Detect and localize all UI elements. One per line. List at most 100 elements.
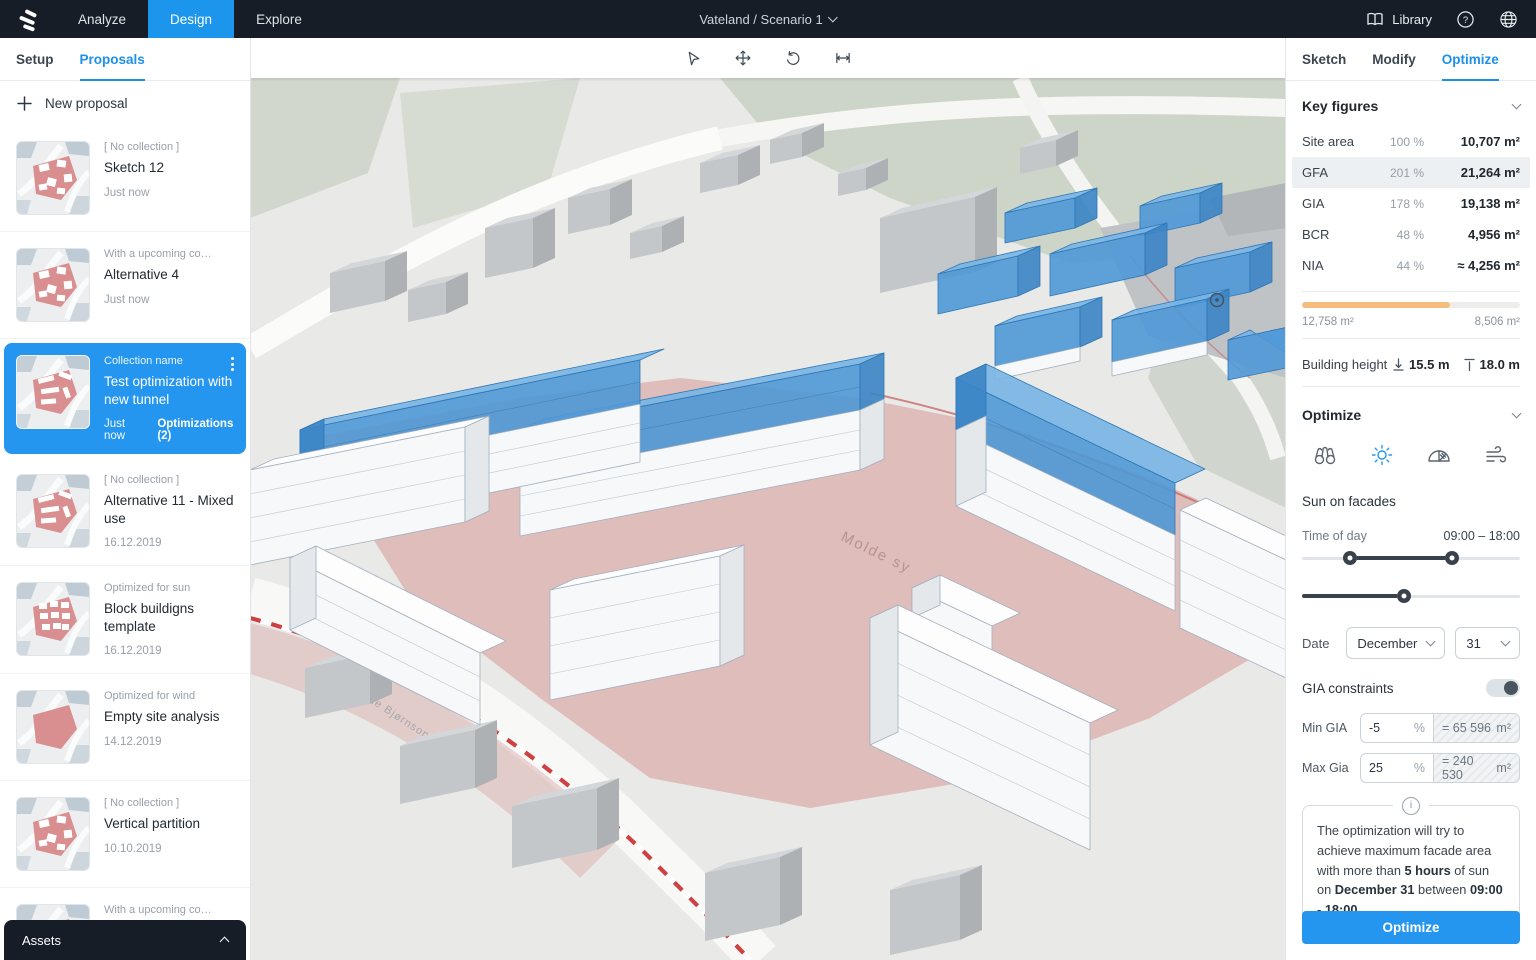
optimize-button[interactable]: Optimize — [1302, 911, 1520, 944]
key-figure-row[interactable]: GFA201 %21,264 m² — [1292, 157, 1530, 188]
optimize-title: Optimize — [1302, 407, 1361, 423]
max-height-value: 18.0 m — [1480, 357, 1520, 372]
move-tool-button[interactable] — [728, 43, 758, 73]
max-gia-computed-value: = 240 530 — [1442, 754, 1496, 782]
proposal-thumbnail — [16, 141, 90, 215]
chevron-up-icon — [220, 937, 230, 947]
proposal-title: Vertical partition — [104, 815, 234, 833]
min-gia-percent-value: -5 — [1369, 721, 1380, 735]
proposal-card[interactable]: With a upcoming comme... Alternative 4 J… — [0, 232, 250, 339]
info-text-segment: 5 hours — [1405, 863, 1451, 878]
proposal-collection: [ No collection ] — [104, 797, 234, 809]
key-figure-label: GFA — [1302, 165, 1370, 180]
tab-setup[interactable]: Setup — [16, 38, 54, 80]
slider-handle-start[interactable] — [1343, 551, 1357, 565]
slider-handle[interactable] — [1397, 589, 1411, 603]
library-button[interactable]: Library — [1366, 12, 1432, 27]
proposal-optimizations-badge[interactable]: Optimizations (2) — [157, 418, 234, 442]
proposal-card[interactable]: [ No collection ] Sketch 12 Just now — [0, 125, 250, 232]
proposal-thumbnail — [16, 248, 90, 322]
proposal-date: 14.12.2019 — [104, 736, 162, 748]
min-gia-label: Min GIA — [1302, 721, 1360, 735]
book-icon — [1366, 12, 1384, 27]
mode-views-button[interactable] — [1308, 439, 1342, 474]
day-select[interactable]: 31 — [1455, 627, 1520, 659]
time-of-day-label: Time of day — [1302, 529, 1367, 543]
key-figure-value: 10,707 m² — [1424, 134, 1520, 149]
gfa-progress-bar — [1302, 302, 1520, 308]
key-figure-row[interactable]: Site area100 %10,707 m² — [1292, 126, 1530, 157]
select-tool-button[interactable] — [678, 43, 708, 73]
max-gia-computed: = 240 530 m² — [1433, 754, 1519, 782]
sun-on-facades-label: Sun on facades — [1302, 494, 1520, 509]
key-figure-percent: 178 % — [1370, 197, 1424, 211]
key-figure-row[interactable]: GIA178 %19,138 m² — [1292, 188, 1530, 219]
breadcrumb[interactable]: Vateland / Scenario 1 — [699, 0, 836, 38]
assets-drawer[interactable]: Assets — [4, 920, 246, 960]
average-height-icon — [1393, 358, 1404, 371]
wind-icon — [1484, 443, 1510, 467]
nav-tab-explore[interactable]: Explore — [234, 0, 324, 38]
month-select[interactable]: December — [1346, 627, 1445, 659]
rotate-tool-button[interactable] — [778, 43, 808, 73]
solar-gauge-icon — [1426, 443, 1452, 467]
help-button[interactable]: ? — [1456, 10, 1475, 29]
date-label: Date — [1302, 636, 1336, 651]
key-figure-label: GIA — [1302, 196, 1370, 211]
mode-wind-button[interactable] — [1480, 439, 1514, 474]
measure-icon — [834, 47, 852, 69]
proposal-card[interactable]: Optimized for wind Empty site analysis 1… — [0, 674, 250, 781]
percent-unit: % — [1414, 761, 1425, 775]
mode-sun-button[interactable] — [1366, 439, 1398, 474]
building-height-label: Building height — [1302, 357, 1387, 372]
key-figure-row[interactable]: NIA44 %≈ 4,256 m² — [1292, 250, 1530, 281]
gia-constraints-toggle[interactable] — [1486, 679, 1520, 697]
key-figures-title: Key figures — [1302, 98, 1378, 114]
proposal-card[interactable]: [ No collection ] Vertical partition 10.… — [0, 781, 250, 888]
proposal-thumbnail — [16, 582, 90, 656]
key-figure-percent: 201 % — [1370, 166, 1424, 180]
key-figure-value: ≈ 4,256 m² — [1424, 258, 1520, 273]
tab-modify[interactable]: Modify — [1372, 38, 1416, 80]
proposal-collection: With a upcoming comme... — [104, 904, 234, 916]
3d-scene[interactable]: Bjørnstjerne Bjørnsons veg Molde sy — [250, 78, 1286, 960]
area-unit: m² — [1496, 721, 1511, 735]
proposal-list: [ No collection ] Sketch 12 Just now — [0, 125, 250, 960]
spacemaker-logo[interactable] — [0, 0, 56, 38]
max-gia-percent-input[interactable]: 25 % — [1361, 754, 1433, 782]
proposal-date: Just now — [104, 418, 141, 442]
proposal-card[interactable]: Collection name Test optimization with n… — [4, 343, 246, 454]
key-figures-header[interactable]: Key figures — [1302, 80, 1520, 126]
max-gia-percent-value: 25 — [1369, 761, 1383, 775]
measure-tool-button[interactable] — [828, 43, 858, 73]
slider-handle-end[interactable] — [1445, 551, 1459, 565]
mode-solar-gauge-button[interactable] — [1422, 439, 1456, 474]
proposal-card[interactable]: [ No collection ] Alternative 11 - Mixed… — [0, 458, 250, 566]
new-proposal-button[interactable]: New proposal — [0, 81, 250, 126]
optimization-mode-row — [1302, 435, 1520, 474]
key-figure-row[interactable]: BCR48 %4,956 m² — [1292, 219, 1530, 250]
proposal-thumbnail — [16, 797, 90, 871]
proposal-thumbnail — [16, 355, 90, 429]
proposal-date: 10.10.2019 — [104, 843, 162, 855]
nav-tab-design[interactable]: Design — [148, 0, 234, 38]
language-globe-button[interactable] — [1499, 10, 1518, 29]
min-gia-computed-value: = 65 596 — [1442, 721, 1491, 735]
optimize-header[interactable]: Optimize — [1302, 389, 1520, 435]
info-text-segment: between — [1414, 882, 1470, 897]
right-panel-tabs: Sketch Modify Optimize — [1286, 38, 1536, 81]
kebab-menu-icon[interactable] — [229, 355, 236, 373]
proposal-card[interactable]: Optimized for sun Block buildigns templa… — [0, 566, 250, 674]
chevron-down-icon — [1512, 100, 1522, 110]
canvas-toolbar — [250, 38, 1286, 78]
sun-icon — [1370, 443, 1394, 467]
tab-optimize[interactable]: Optimize — [1442, 38, 1499, 80]
proposal-title: Block buildigns template — [104, 600, 234, 635]
nav-tab-analyze[interactable]: Analyze — [56, 0, 148, 38]
time-of-day-slider — [1302, 551, 1520, 565]
new-proposal-label: New proposal — [45, 96, 128, 111]
tab-proposals[interactable]: Proposals — [80, 38, 145, 80]
min-gia-percent-input[interactable]: -5 % — [1361, 714, 1433, 742]
max-gia-label: Max Gia — [1302, 761, 1360, 775]
tab-sketch[interactable]: Sketch — [1302, 38, 1346, 80]
